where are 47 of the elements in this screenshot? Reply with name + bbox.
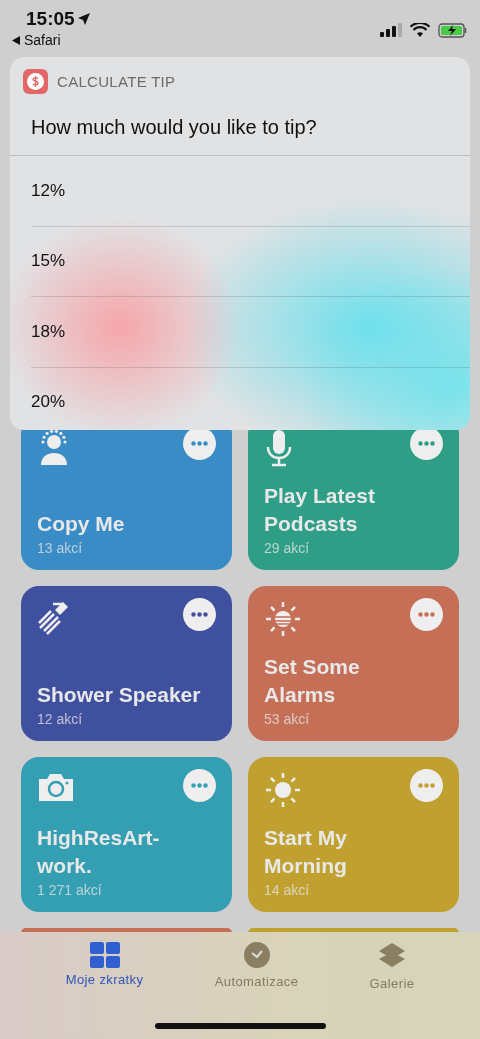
action-count: 53 akcí (264, 711, 311, 727)
shortcut-card[interactable]: HighResArt-work. 1 271 akcí (21, 757, 232, 912)
ellipsis-icon (418, 783, 435, 788)
clock-time: 15:05 (26, 8, 75, 30)
shortcut-title: HighResArt-work. (37, 825, 161, 879)
dollar-app-icon (23, 69, 48, 94)
tip-option[interactable]: 18% (10, 297, 470, 367)
shortcut-title: Shower Speaker (37, 682, 202, 708)
wifi-icon (410, 23, 430, 37)
action-count: 29 akcí (264, 540, 311, 556)
microphone-icon (264, 429, 294, 467)
prompt-question: How much would you like to tip? (10, 94, 470, 156)
ellipsis-icon (191, 612, 208, 617)
action-count: 12 akcí (37, 711, 84, 727)
ellipsis-icon (191, 441, 208, 446)
shortcut-title: Play Latest Podcasts (264, 483, 376, 537)
action-count: 13 akcí (37, 540, 84, 556)
tab-item[interactable]: Galerie (369, 942, 415, 994)
more-button[interactable] (183, 769, 216, 802)
shortcut-title: Set Some Alarms (264, 654, 361, 708)
shortcut-card[interactable]: Set Some Alarms 53 akcí (248, 586, 459, 741)
location-arrow-icon (77, 13, 90, 25)
shortcut-title: Copy Me (37, 511, 126, 537)
app-name: CALCULATE TIP (57, 73, 176, 90)
back-link[interactable]: Safari (12, 32, 90, 48)
camera-icon (37, 771, 75, 803)
ellipsis-icon (418, 441, 435, 446)
action-count: 14 akcí (264, 882, 311, 898)
clock-check-icon (241, 942, 272, 970)
shortcut-title: Start My Morning (264, 825, 348, 879)
tab-item[interactable]: Automatizace (214, 942, 299, 994)
tab-item[interactable]: Moje zkratky (65, 942, 144, 994)
sun-icon (264, 771, 302, 809)
back-triangle-icon (12, 35, 20, 45)
ellipsis-icon (418, 612, 435, 617)
ellipsis-icon (191, 783, 208, 788)
more-button[interactable] (183, 598, 216, 631)
signal-icon (380, 23, 402, 37)
tip-option[interactable]: 12% (10, 156, 470, 226)
shortcut-card[interactable]: Shower Speaker 12 akcí (21, 586, 232, 741)
sun-horizon-icon (264, 600, 302, 638)
grid-icon (89, 942, 120, 968)
action-count: 1 271 akcí (37, 882, 103, 898)
battery-charging-icon (438, 22, 468, 38)
shower-head-icon (37, 600, 71, 636)
tip-option[interactable]: 15% (10, 226, 470, 296)
more-button[interactable] (410, 598, 443, 631)
